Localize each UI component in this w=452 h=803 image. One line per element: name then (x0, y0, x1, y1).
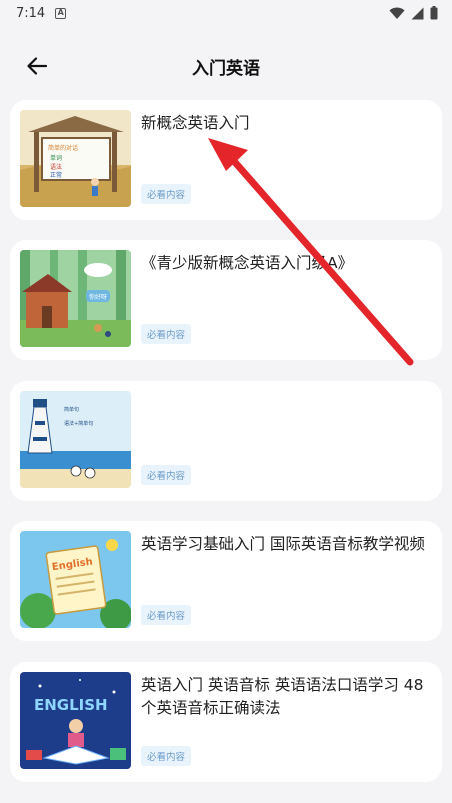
must-watch-tag: 必看内容 (141, 605, 192, 625)
course-thumbnail: 简单的对话 单词 语法 正常 (20, 110, 131, 207)
arrow-left-icon (27, 57, 48, 75)
course-thumbnail: English (20, 531, 131, 628)
back-button[interactable] (20, 52, 54, 80)
must-watch-tag: 必看内容 (141, 324, 192, 344)
status-bar: 7:14 A (0, 0, 452, 26)
page-title: 入门英语 (192, 58, 260, 79)
battery-icon (430, 6, 438, 20)
status-time: 7:14 (16, 5, 46, 21)
course-card[interactable]: ENGLISH 英语入门 英语音标 英语语法口语学习 48个英语音标正确读法 必… (10, 662, 442, 782)
svg-text:ENGLISH: ENGLISH (34, 696, 108, 714)
must-watch-tag: 必看内容 (141, 184, 192, 204)
course-card[interactable]: 你好呀 《青少版新概念英语入门级A》 必看内容 (10, 240, 442, 360)
course-thumbnail: ENGLISH (20, 672, 131, 769)
svg-text:你好呀: 你好呀 (89, 293, 107, 301)
svg-text:语法: 语法 (50, 163, 62, 171)
svg-text:正常: 正常 (50, 171, 62, 179)
must-watch-tag: 必看内容 (141, 746, 192, 766)
course-title: 英语学习基础入门 国际英语音标教学视频 (141, 535, 425, 553)
course-card[interactable]: 简单的对话 单词 语法 正常 新概念英语入门 必看内容 (10, 100, 442, 220)
wifi-icon (389, 7, 405, 19)
app-header: 入门英语 (0, 40, 452, 92)
must-watch-tag: 必看内容 (141, 465, 192, 485)
course-title: 英语入门 英语音标 英语语法口语学习 48个英语音标正确读法 (141, 676, 424, 717)
signal-icon (411, 7, 424, 19)
svg-text:单词: 单词 (50, 154, 62, 162)
course-thumbnail: 简单句 语法+简单句 (20, 391, 131, 488)
course-title: 《青少版新概念英语入门级A》 (141, 254, 354, 272)
svg-text:简单句: 简单句 (64, 406, 79, 413)
svg-text:简单的对话: 简单的对话 (48, 144, 78, 152)
course-thumbnail: 你好呀 (20, 250, 131, 347)
course-card[interactable]: English 英语学习基础入门 国际英语音标教学视频 必看内容 (10, 521, 442, 641)
notification-icon: A (55, 7, 67, 19)
course-title: 新概念英语入门 (141, 114, 250, 132)
svg-text:语法+简单句: 语法+简单句 (64, 420, 93, 427)
course-card[interactable]: 简单句 语法+简单句 必看内容 (10, 381, 442, 501)
